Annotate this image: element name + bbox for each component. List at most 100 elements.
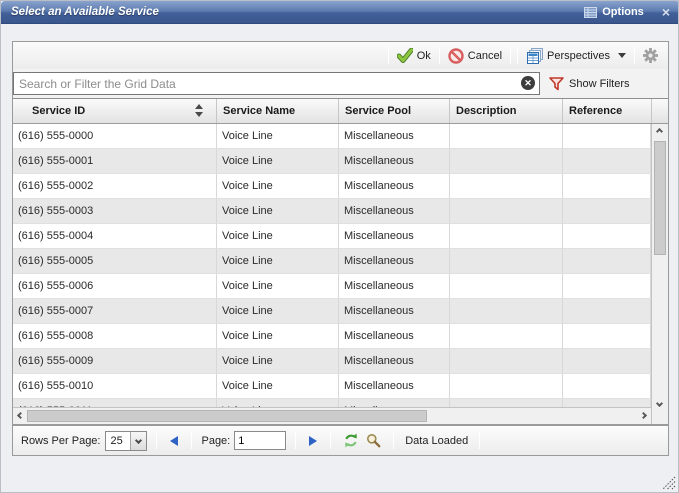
page-label: Page: [201,435,230,447]
column-header-service-pool[interactable]: Service Pool [339,99,450,123]
cell-service-id: (616) 555-0000 [13,124,217,148]
vertical-scroll-thumb[interactable] [654,141,666,255]
column-label: Service Pool [345,105,411,117]
options-button[interactable]: Options [584,6,644,18]
perspectives-label: Perspectives [547,50,610,62]
column-header-service-name[interactable]: Service Name [217,99,339,123]
next-page-icon [309,436,317,446]
cell-service-id: (616) 555-0003 [13,199,217,223]
header-spacer [652,99,668,123]
table-row[interactable]: (616) 555-0008Voice LineMiscellaneous [13,324,651,349]
cell-description [450,124,563,148]
ok-button[interactable]: Ok [392,46,436,65]
titlebar[interactable]: Select an Available Service Options × [1,1,679,24]
scroll-up-icon[interactable] [652,124,667,139]
page-number-input[interactable] [234,431,286,450]
cell-service-name: Voice Line [217,199,339,223]
separator [517,47,518,64]
cell-reference [563,174,651,198]
column-header-service-id[interactable]: Service ID [13,99,217,123]
cell-service-name: Voice Line [217,174,339,198]
gear-icon [643,48,658,63]
cancel-button[interactable]: Cancel [443,46,507,66]
search-row: ✕ Show Filters [13,69,668,98]
table-row[interactable]: (616) 555-0000Voice LineMiscellaneous [13,124,651,149]
close-icon[interactable]: × [662,5,670,19]
vertical-scrollbar[interactable] [651,124,668,411]
cell-service-pool: Miscellaneous [339,274,450,298]
horizontal-scrollbar[interactable] [13,407,651,424]
cell-service-name: Voice Line [217,349,339,373]
cell-service-pool: Miscellaneous [339,199,450,223]
clear-search-icon[interactable]: ✕ [521,76,535,90]
cell-service-name: Voice Line [217,224,339,248]
ok-check-icon [397,48,413,63]
options-grid-icon [584,7,597,18]
cell-service-pool: Miscellaneous [339,349,450,373]
cell-service-pool: Miscellaneous [339,174,450,198]
cell-description [450,374,563,398]
table-row[interactable]: (616) 555-0001Voice LineMiscellaneous [13,149,651,174]
cell-service-pool: Miscellaneous [339,124,450,148]
separator [479,432,480,449]
cell-service-id: (616) 555-0004 [13,224,217,248]
rows-per-page-select[interactable]: 25 [105,431,147,451]
scroll-right-icon[interactable] [636,408,651,423]
cell-description [450,274,563,298]
table-row[interactable]: (616) 555-0003Voice LineMiscellaneous [13,199,651,224]
cell-service-id: (616) 555-0007 [13,299,217,323]
search-grid-button[interactable] [362,431,384,451]
settings-gear-button[interactable] [638,46,663,65]
refresh-icon [343,433,359,448]
status-text: Data Loaded [405,435,468,447]
cell-service-id: (616) 555-0001 [13,149,217,173]
show-filters-label: Show Filters [569,78,630,90]
data-grid: Service ID Service Name Service Pool Des… [13,98,668,425]
table-row[interactable]: (616) 555-0006Voice LineMiscellaneous [13,274,651,299]
column-label: Reference [569,105,622,117]
cell-service-pool: Miscellaneous [339,249,450,273]
table-row[interactable]: (616) 555-0010Voice LineMiscellaneous [13,374,651,399]
cell-reference [563,249,651,273]
filter-funnel-icon [549,77,564,91]
grid-header: Service ID Service Name Service Pool Des… [13,99,668,124]
cell-reference [563,349,651,373]
page-title: Select an Available Service [11,6,159,18]
cell-description [450,149,563,173]
column-label: Service ID [32,105,85,117]
table-row[interactable]: (616) 555-0007Voice LineMiscellaneous [13,299,651,324]
separator [191,432,192,449]
cell-reference [563,199,651,223]
table-row[interactable]: (616) 555-0005Voice LineMiscellaneous [13,249,651,274]
cell-service-name: Voice Line [217,149,339,173]
perspectives-button[interactable]: Perspectives [521,46,631,66]
search-box: ✕ [13,72,540,95]
separator [388,47,389,64]
cell-service-pool: Miscellaneous [339,299,450,323]
scroll-left-icon[interactable] [13,408,28,423]
resize-grip-icon[interactable] [658,472,676,490]
cell-service-id: (616) 555-0008 [13,324,217,348]
cell-reference [563,374,651,398]
table-row[interactable]: (616) 555-0002Voice LineMiscellaneous [13,174,651,199]
prev-page-button[interactable] [166,433,182,449]
table-row[interactable]: (616) 555-0004Voice LineMiscellaneous [13,224,651,249]
separator [295,432,296,449]
table-row[interactable]: (616) 555-0009Voice LineMiscellaneous [13,349,651,374]
cell-service-id: (616) 555-0002 [13,174,217,198]
search-input[interactable] [13,72,540,95]
cell-service-pool: Miscellaneous [339,324,450,348]
pager-footer: Rows Per Page: 25 Page: [13,425,668,455]
select-chevron-icon [130,432,146,450]
separator [510,47,511,64]
next-page-button[interactable] [305,433,321,449]
column-header-reference[interactable]: Reference [563,99,652,123]
column-header-description[interactable]: Description [450,99,563,123]
horizontal-scroll-thumb[interactable] [27,410,427,422]
sort-both-icon[interactable] [195,104,203,117]
rows-per-page-label: Rows Per Page: [21,435,100,447]
magnifier-icon [366,433,381,448]
refresh-button[interactable] [340,431,362,451]
show-filters-button[interactable]: Show Filters [549,77,630,91]
cell-service-name: Voice Line [217,124,339,148]
